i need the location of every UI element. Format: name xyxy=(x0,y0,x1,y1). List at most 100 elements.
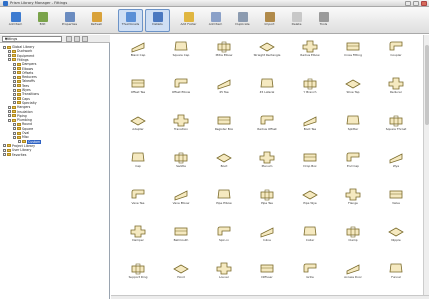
expand-toggle-icon[interactable] xyxy=(8,118,11,122)
expand-toggle-icon[interactable] xyxy=(13,62,16,66)
fitting-thumbnail[interactable]: Saddle xyxy=(160,150,202,186)
fitting-thumbnail[interactable]: Reducer xyxy=(375,76,417,112)
toolbar-button-import[interactable]: Import xyxy=(257,9,282,32)
fitting-thumbnail[interactable]: Plenum xyxy=(246,150,288,186)
fitting-thumbnail[interactable]: Mitre Elbow xyxy=(203,39,245,75)
tree-view-button[interactable] xyxy=(82,36,88,42)
fitting-thumbnail[interactable]: Y Branch xyxy=(289,76,331,112)
tree-item[interactable]: Favorites xyxy=(3,153,26,157)
library-dropdown[interactable]: Fittings ▼ xyxy=(2,36,62,42)
expand-toggle-icon[interactable] xyxy=(8,49,11,53)
fitting-thumbnail[interactable]: Square Throat xyxy=(375,113,417,149)
fitting-thumbnail[interactable]: Bellmouth xyxy=(160,224,202,260)
expand-toggle-icon[interactable] xyxy=(13,67,16,70)
fitting-caption: Saddle xyxy=(176,164,186,168)
expand-toggle-icon[interactable] xyxy=(8,114,11,118)
expand-toggle-icon[interactable] xyxy=(3,148,6,152)
expand-toggle-icon[interactable] xyxy=(13,84,16,88)
toolbar-button-add-folder[interactable]: Add Folder xyxy=(176,9,201,32)
scrollbar-thumb[interactable] xyxy=(425,45,429,125)
toolbar-button-thumbnails[interactable]: Thumbnails xyxy=(118,9,143,32)
fitting-thumbnail[interactable]: Register Box xyxy=(203,113,245,149)
fitting-thumbnail[interactable]: Clamp xyxy=(332,224,374,260)
expand-toggle-icon[interactable] xyxy=(8,105,11,109)
fitting-thumbnail[interactable]: 45 Lateral xyxy=(246,76,288,112)
fitting-thumbnail[interactable]: Nipple xyxy=(375,224,417,260)
fitting-thumbnail[interactable]: Straight Rectangle xyxy=(246,39,288,75)
tree-new-folder-button[interactable] xyxy=(74,36,80,42)
fitting-thumbnail[interactable]: Coupler xyxy=(375,39,417,75)
fitting-thumbnail[interactable]: Hood xyxy=(160,261,202,297)
fitting-thumbnail[interactable]: Valve xyxy=(375,187,417,223)
fitting-thumbnail[interactable]: Square Cap xyxy=(160,39,202,75)
toolbar-button-add-item[interactable]: Add Item xyxy=(203,9,228,32)
toolbar-button-tools[interactable]: Tools xyxy=(311,9,336,32)
fitting-thumbnail[interactable]: Damper xyxy=(117,224,159,260)
maximize-button[interactable] xyxy=(413,1,419,6)
fitting-thumbnail[interactable]: Pipe Wye xyxy=(289,187,331,223)
fitting-thumbnail[interactable]: Splitter xyxy=(332,113,374,149)
fitting-thumbnail[interactable]: Flange xyxy=(332,187,374,223)
fitting-thumbnail[interactable]: Vane Tee xyxy=(117,187,159,223)
expand-toggle-icon[interactable] xyxy=(13,127,16,131)
fitting-caption: Inline xyxy=(263,238,271,242)
close-button[interactable] xyxy=(421,1,427,6)
fitting-thumbnail[interactable]: 45 Tee xyxy=(203,76,245,112)
expand-toggle-icon[interactable] xyxy=(3,144,6,148)
toolbar-button-edit[interactable]: Edit xyxy=(30,9,55,32)
fitting-thumbnail[interactable]: Adapter xyxy=(117,113,159,149)
expand-toggle-icon[interactable] xyxy=(13,88,16,92)
fitting-thumbnail[interactable]: Cap xyxy=(117,150,159,186)
expand-toggle-icon[interactable] xyxy=(8,58,11,62)
fitting-thumbnail[interactable]: Collar xyxy=(289,224,331,260)
fitting-thumbnail[interactable]: Blank Cap xyxy=(117,39,159,75)
fitting-thumbnail[interactable]: Pipe Elbow xyxy=(203,187,245,223)
toolbar-button-refresh[interactable]: Refresh xyxy=(84,9,109,32)
fitting-thumbnail[interactable]: End Cap xyxy=(332,150,374,186)
expand-toggle-icon[interactable] xyxy=(13,97,16,101)
minimize-button[interactable] xyxy=(405,1,411,6)
expand-toggle-icon[interactable] xyxy=(13,71,16,75)
expand-toggle-icon[interactable] xyxy=(13,135,16,139)
fitting-thumbnail[interactable]: Radius Offset xyxy=(246,113,288,149)
fitting-thumbnail[interactable]: Cross Fitting xyxy=(332,39,374,75)
expand-toggle-icon[interactable] xyxy=(8,110,11,113)
fitting-thumbnail[interactable]: Spin-in xyxy=(203,224,245,260)
fitting-thumbnail[interactable]: Diffuser xyxy=(246,261,288,297)
fitting-thumbnail[interactable]: Support Ring xyxy=(117,261,159,297)
expand-toggle-icon[interactable] xyxy=(13,92,16,96)
fitting-thumbnail[interactable]: Vane Elbow xyxy=(160,187,202,223)
fitting-thumbnail[interactable]: Grille xyxy=(289,261,331,297)
fitting-thumbnail[interactable]: Shoe Tap xyxy=(332,76,374,112)
toolbar-button-properties[interactable]: Properties xyxy=(57,9,82,32)
vertical-scrollbar[interactable] xyxy=(423,35,429,299)
fitting-thumbnail[interactable]: Inline xyxy=(246,224,288,260)
fitting-thumbnail[interactable]: Offset Tee xyxy=(117,76,159,112)
expand-toggle-icon[interactable] xyxy=(8,54,11,58)
fitting-thumbnail[interactable]: Access Door xyxy=(332,261,374,297)
expand-toggle-icon[interactable] xyxy=(13,75,16,79)
fitting-thumbnail[interactable]: Wye xyxy=(375,150,417,186)
expand-toggle-icon[interactable] xyxy=(18,140,21,144)
toolbar-button-duplicate[interactable]: Duplicate xyxy=(230,9,255,32)
fitting-shape-icon xyxy=(173,114,189,127)
expand-toggle-icon[interactable] xyxy=(3,153,6,156)
tree-up-button[interactable] xyxy=(66,36,72,42)
fitting-thumbnail[interactable]: Radius Elbow xyxy=(289,39,331,75)
expand-toggle-icon[interactable] xyxy=(13,122,16,126)
expand-toggle-icon[interactable] xyxy=(13,131,16,135)
fitting-thumbnail[interactable]: Louver xyxy=(203,261,245,297)
fitting-thumbnail[interactable]: Funnel xyxy=(375,261,417,297)
toolbar-button-delete[interactable]: Delete xyxy=(284,9,309,32)
fitting-thumbnail[interactable]: Transition xyxy=(160,113,202,149)
expand-toggle-icon[interactable] xyxy=(13,101,16,105)
toolbar-button-details[interactable]: Details xyxy=(145,9,170,32)
expand-toggle-icon[interactable] xyxy=(13,79,16,83)
fitting-thumbnail[interactable]: Boot Tee xyxy=(289,113,331,149)
fitting-thumbnail[interactable]: Offset Elbow xyxy=(160,76,202,112)
fitting-thumbnail[interactable]: Drop Box xyxy=(289,150,331,186)
toolbar-button-add-item[interactable]: Add Item xyxy=(3,9,28,32)
expand-toggle-icon[interactable] xyxy=(3,45,6,49)
fitting-thumbnail[interactable]: Pipe Tee xyxy=(246,187,288,223)
fitting-thumbnail[interactable]: Boot xyxy=(203,150,245,186)
